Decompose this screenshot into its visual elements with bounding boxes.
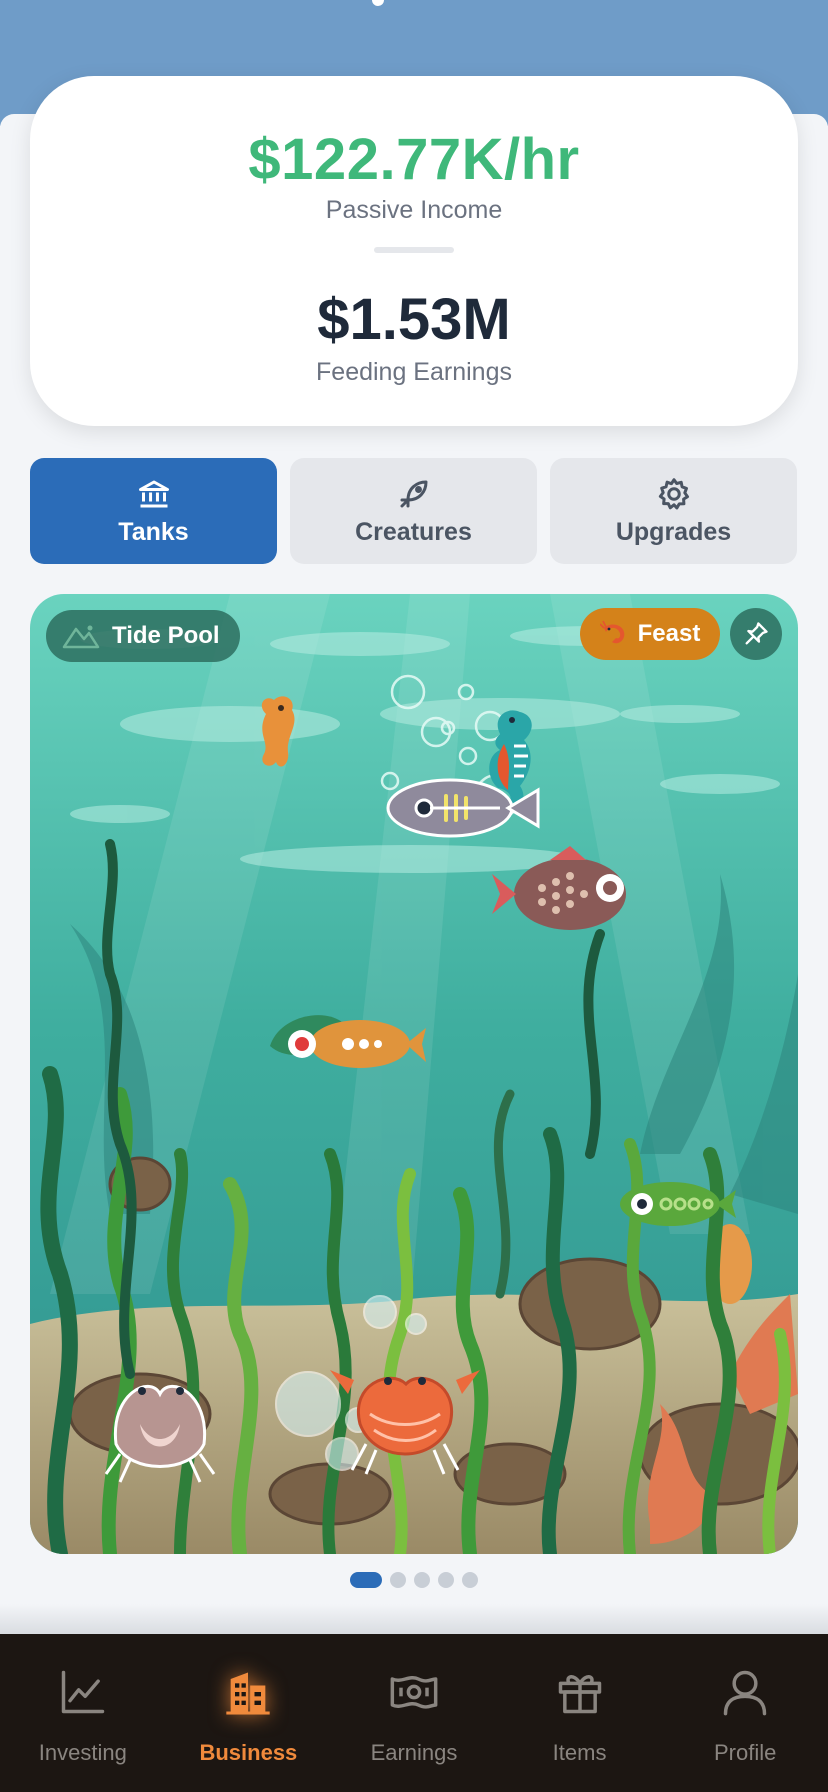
tab-tanks-label: Tanks (118, 517, 189, 546)
feast-label: Feast (637, 620, 701, 647)
pin-icon (745, 622, 768, 645)
pager-dot-5[interactable] (462, 1572, 478, 1588)
nav-earnings-label: Earnings (370, 1740, 458, 1765)
shrimp-icon (599, 620, 624, 644)
nav-business-label: Business (199, 1740, 298, 1765)
tab-upgrades-label: Upgrades (615, 517, 732, 546)
nav-investing[interactable]: Investing (0, 1634, 166, 1792)
gift-icon (558, 1675, 601, 1714)
tab-upgrades[interactable]: Upgrades (550, 458, 797, 564)
user-icon (723, 1670, 767, 1716)
nav-earnings[interactable]: Earnings (331, 1634, 497, 1792)
buildings-icon (226, 1672, 271, 1715)
pager-dot-2[interactable] (390, 1572, 406, 1588)
nav-items-label: Items (552, 1740, 607, 1765)
feeding-earnings-label: Feeding Earnings (316, 358, 512, 386)
tab-tanks[interactable]: Tanks (30, 458, 277, 564)
nav-profile[interactable]: Profile (662, 1634, 828, 1792)
gear-icon (658, 477, 689, 509)
status-indicator-dot (372, 0, 384, 6)
nav-investing-label: Investing (38, 1740, 127, 1765)
nav-items[interactable]: Items (497, 1634, 663, 1792)
bank-icon (138, 480, 169, 507)
feast-button[interactable]: Feast (580, 608, 720, 660)
passive-income-label: Passive Income (325, 196, 503, 224)
tank-scene (30, 594, 798, 1554)
money-icon (390, 1676, 438, 1709)
leaf-fish-icon (400, 480, 427, 507)
nav-business[interactable]: Business (166, 1634, 332, 1792)
nav-profile-label: Profile (713, 1740, 777, 1765)
tank-pager (0, 1572, 828, 1588)
tank-name-label: Tide Pool (112, 622, 220, 649)
tank-name-badge[interactable]: Tide Pool (46, 610, 240, 662)
passive-income-value: $122.77K/hr (248, 127, 580, 192)
bottom-nav: Investing Business Earnings Items Profil… (0, 1634, 828, 1792)
scroll-fade (0, 1604, 828, 1634)
tab-creatures[interactable]: Creatures (290, 458, 537, 564)
chart-icon (61, 1670, 105, 1714)
card-divider (374, 247, 454, 253)
tab-creatures-label: Creatures (355, 517, 472, 546)
feeding-earnings-value: $1.53M (317, 287, 511, 352)
income-summary-card: $122.77K/hr Passive Income $1.53M Feedin… (30, 76, 798, 426)
pager-dot-4[interactable] (438, 1572, 454, 1588)
mountain-icon (62, 625, 100, 649)
pin-button[interactable] (730, 608, 782, 660)
tank-view[interactable]: Tide Pool Feast (30, 594, 798, 1554)
pager-dot-3[interactable] (414, 1572, 430, 1588)
pager-dot-1[interactable] (350, 1572, 382, 1588)
